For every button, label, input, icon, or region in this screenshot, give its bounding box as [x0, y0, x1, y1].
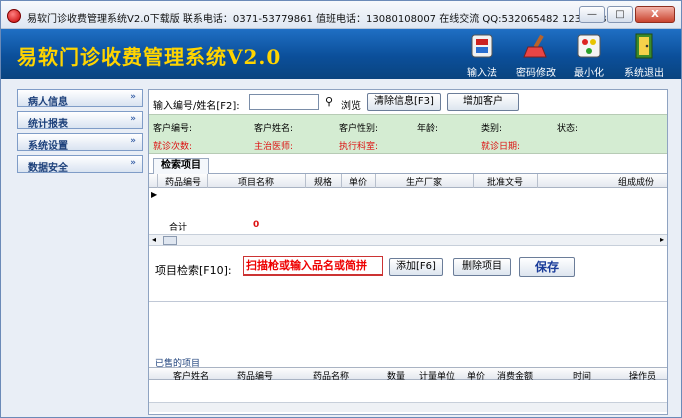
column-header[interactable]: 项目名称 [209, 175, 303, 188]
column-separator [537, 174, 538, 188]
title-bar: 易软门诊收费管理系统V2.0下载版 联系电话：0371-53779861 值班电… [1, 1, 681, 29]
input-method-button[interactable]: 输入法 [459, 33, 505, 79]
column-separator [375, 174, 376, 188]
chevron-down-icon: » [130, 158, 136, 168]
change-password-button[interactable]: 密码修改 [511, 33, 561, 79]
total-label: 合计 [169, 223, 188, 233]
column-header[interactable]: 消费金额 [497, 369, 533, 382]
column-header[interactable]: 规格 [307, 175, 339, 188]
row-indicator-icon: ▶ [151, 190, 158, 199]
tool-label-change-password: 密码修改 [516, 68, 556, 79]
customer-name-label: 客户姓名: [254, 124, 294, 134]
app-title: 易软门诊收费管理系统V2.0 [17, 45, 282, 69]
customer-info-panel: 客户编号: 客户姓名: 客户性别: 年龄: 类别: 状态: 就诊次数: 主治医师… [149, 114, 667, 154]
total-value: 0 [253, 220, 260, 230]
search-bar: 输入编号/姓名[F2]: ⚲ 浏览 清除信息[F3] 增加客户 [149, 90, 667, 114]
column-header[interactable]: 操作员 [629, 369, 656, 382]
age-label: 年龄: [417, 124, 439, 134]
broom-icon [523, 34, 547, 58]
tool-label-system-exit: 系统退出 [624, 68, 664, 79]
grid-header: 药品编号 项目名称 规格 单价 生产厂家 批准文号 组成成份 [149, 174, 667, 188]
close-button[interactable]: X [635, 6, 675, 23]
chevron-down-icon: » [130, 136, 136, 146]
add-item-button[interactable]: 添加[F6] [389, 258, 443, 276]
binoculars-icon[interactable]: ⚲ [325, 95, 333, 108]
minimize-tool-button[interactable]: 最小化 [569, 33, 609, 79]
sidebar-item-label: 数据安全 [28, 163, 68, 174]
system-exit-button[interactable]: 系统退出 [617, 33, 671, 79]
save-button[interactable]: 保存 [519, 257, 575, 277]
search-label: 输入编号/姓名[F2]: [153, 101, 240, 112]
sidebar: 病人信息 » 统计报表 » 系统设置 » 数据安全 » [17, 89, 143, 177]
grid-total-row: 合计 0 [149, 220, 667, 233]
search-input[interactable] [249, 94, 319, 110]
sidebar-item-label: 统计报表 [28, 119, 68, 130]
column-header[interactable]: 时间 [573, 369, 591, 382]
sidebar-item-label: 系统设置 [28, 141, 68, 152]
attending-doctor-label: 主治医师: [254, 142, 294, 152]
window-title: 易软门诊收费管理系统V2.0下载版 联系电话：0371-53779861 值班电… [27, 14, 617, 25]
delete-item-button[interactable]: 删除项目 [453, 258, 511, 276]
tool-label-input-method: 输入法 [467, 68, 497, 79]
column-header[interactable]: 客户姓名 [173, 369, 209, 382]
column-separator [157, 174, 158, 188]
column-header[interactable]: 药品编号 [159, 175, 207, 188]
browse-link[interactable]: 浏览 [341, 97, 361, 112]
maximize-button[interactable]: □ [607, 6, 633, 23]
column-header[interactable]: 药品编号 [237, 369, 273, 382]
add-customer-button[interactable]: 增加客户 [447, 93, 519, 111]
customer-no-label: 客户编号: [153, 124, 193, 134]
main-panel: 输入编号/姓名[F2]: ⚲ 浏览 清除信息[F3] 增加客户 客户编号: 客户… [148, 89, 668, 415]
customer-gender-label: 客户性别: [339, 124, 379, 134]
column-header[interactable]: 单价 [467, 369, 485, 382]
visit-count-label: 就诊次数: [153, 142, 193, 152]
keyboard-icon [471, 34, 493, 58]
chevron-down-icon: » [130, 92, 136, 102]
sidebar-item-label: 病人信息 [28, 97, 68, 108]
sold-grid-scrollbar[interactable] [149, 402, 667, 412]
window-controls: — □ X [579, 6, 675, 23]
sold-items-section: 已售的项目 客户姓名 药品编号 药品名称 数量 计量单位 单价 消费金额 时间 … [149, 356, 667, 414]
minimize-button[interactable]: — [579, 6, 605, 23]
sidebar-item-patient-info[interactable]: 病人信息 » [17, 89, 143, 108]
clear-info-button[interactable]: 清除信息[F3] [367, 93, 441, 111]
column-header[interactable]: 计量单位 [419, 369, 455, 382]
category-label: 类别: [481, 124, 503, 134]
column-header[interactable]: 单价 [343, 175, 373, 188]
tool-label-minimize: 最小化 [574, 68, 604, 79]
app-window: 易软门诊收费管理系统V2.0下载版 联系电话：0371-53779861 值班电… [0, 0, 682, 418]
sidebar-item-data-security[interactable]: 数据安全 » [17, 155, 143, 174]
column-header[interactable]: 组成成份 [611, 175, 661, 188]
exit-door-icon [635, 33, 653, 59]
visit-date-label: 就诊日期: [481, 142, 521, 152]
item-search-label: 项目检索[F10]: [155, 264, 232, 277]
column-separator [341, 174, 342, 188]
status-label: 状态: [557, 124, 579, 134]
tab-search-items[interactable]: 检索项目 [153, 158, 209, 174]
header-banner: 易软门诊收费管理系统V2.0 输入法 密码修改 最小化 系统退出 [1, 29, 681, 79]
chevron-down-icon: » [130, 114, 136, 124]
column-header[interactable]: 生产厂家 [377, 175, 471, 188]
item-search-bar: 项目检索[F10]: 扫描枪或输入品名或简拼 添加[F6] 删除项目 保存 [149, 250, 667, 284]
sidebar-item-settings[interactable]: 系统设置 » [17, 133, 143, 152]
sold-grid-header: 客户姓名 药品编号 药品名称 数量 计量单位 单价 消费金额 时间 操作员 [149, 367, 667, 382]
sidebar-item-reports[interactable]: 统计报表 » [17, 111, 143, 130]
scroll-left-icon[interactable]: ◂ [152, 235, 156, 244]
tab-bar: 检索项目 [149, 156, 667, 174]
app-logo-icon [7, 9, 21, 23]
scroll-right-icon[interactable]: ▸ [660, 235, 664, 244]
column-separator [207, 174, 208, 188]
column-separator [473, 174, 474, 188]
column-header[interactable]: 数量 [387, 369, 405, 382]
scrollbar-thumb[interactable] [163, 236, 177, 245]
column-separator [305, 174, 306, 188]
traffic-light-icon [577, 34, 601, 58]
item-search-input[interactable]: 扫描枪或输入品名或简拼 [243, 256, 383, 276]
department-label: 执行科室: [339, 142, 379, 152]
column-header[interactable]: 批准文号 [475, 175, 535, 188]
grid-horizontal-scrollbar[interactable]: ◂ ▸ [149, 234, 667, 246]
column-header[interactable]: 药品名称 [313, 369, 349, 382]
